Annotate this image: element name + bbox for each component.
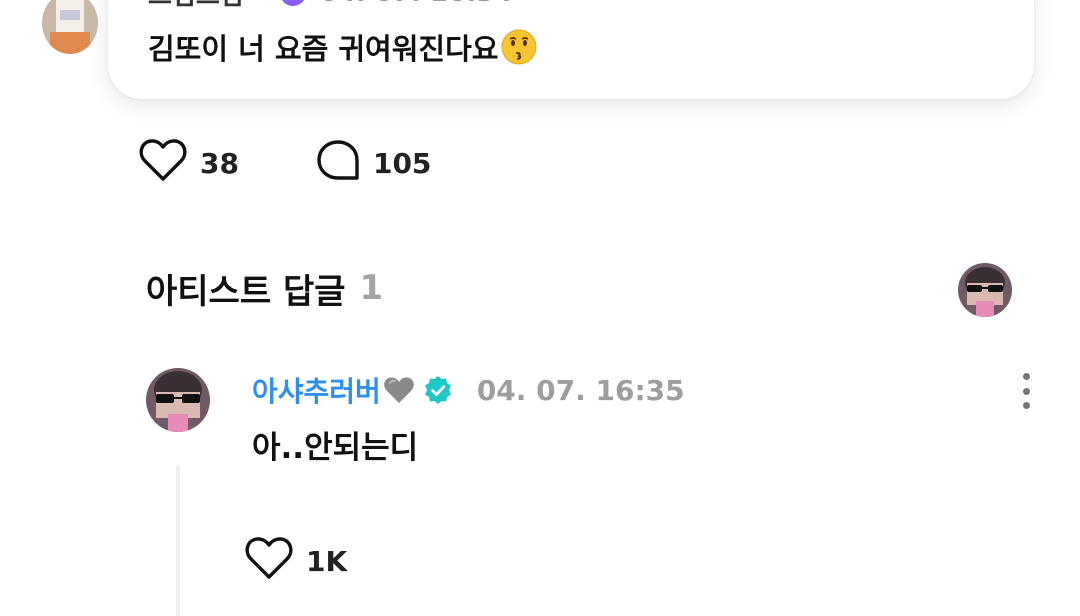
thread-divider-line <box>176 465 180 616</box>
reply-author-avatar[interactable] <box>146 368 210 432</box>
reply-like-count: 1K <box>306 544 348 578</box>
artist-replies-header: 아티스트 답글 1 <box>146 266 384 312</box>
membership-badge-icon <box>279 0 306 6</box>
post-like-count: 38 <box>200 146 239 180</box>
post-author-name[interactable]: 드림드림 <box>148 0 244 12</box>
comment-bubble-icon <box>315 138 361 189</box>
verified-badge-icon <box>423 375 453 405</box>
reply-header: 아샤추러버 04. 07. 16:35 <box>252 368 685 412</box>
post-comment-button[interactable]: 105 <box>315 138 431 189</box>
reply-date: 04. 07. 16:35 <box>476 373 685 407</box>
kissing-face-icon <box>500 28 538 66</box>
post-comment-count: 105 <box>372 146 432 180</box>
heart-outline-icon <box>138 137 188 190</box>
reply-author-name[interactable]: 아샤추러버 <box>252 370 381 410</box>
post-date: 04. 07. 16:34 <box>320 0 513 8</box>
heart-outline-icon <box>244 535 294 588</box>
post-text: 김또이 너 요즘 귀여워진다요 <box>148 32 499 66</box>
post-author-avatar[interactable] <box>42 0 98 54</box>
post-header: 드림드림 04. 07. 16:34 <box>148 0 513 11</box>
grey-heart-icon <box>383 375 415 405</box>
post-like-button[interactable]: 38 <box>138 137 239 190</box>
fan-community-comment-screen: 드림드림 04. 07. 16:34 김또이 너 요즘 귀여워진다요 <box>0 0 1080 616</box>
post-reactions: 38 105 <box>138 138 431 188</box>
reply-more-options-icon[interactable] <box>1018 373 1034 409</box>
section-count: 1 <box>359 268 384 308</box>
section-title: 아티스트 답글 <box>146 271 346 312</box>
post-text-line: 김또이 너 요즘 귀여워진다요 <box>148 26 538 68</box>
reply-text: 아..안되는디 <box>252 430 419 466</box>
artist-avatar[interactable] <box>958 263 1012 317</box>
reply-like-button[interactable]: 1K <box>244 536 347 586</box>
